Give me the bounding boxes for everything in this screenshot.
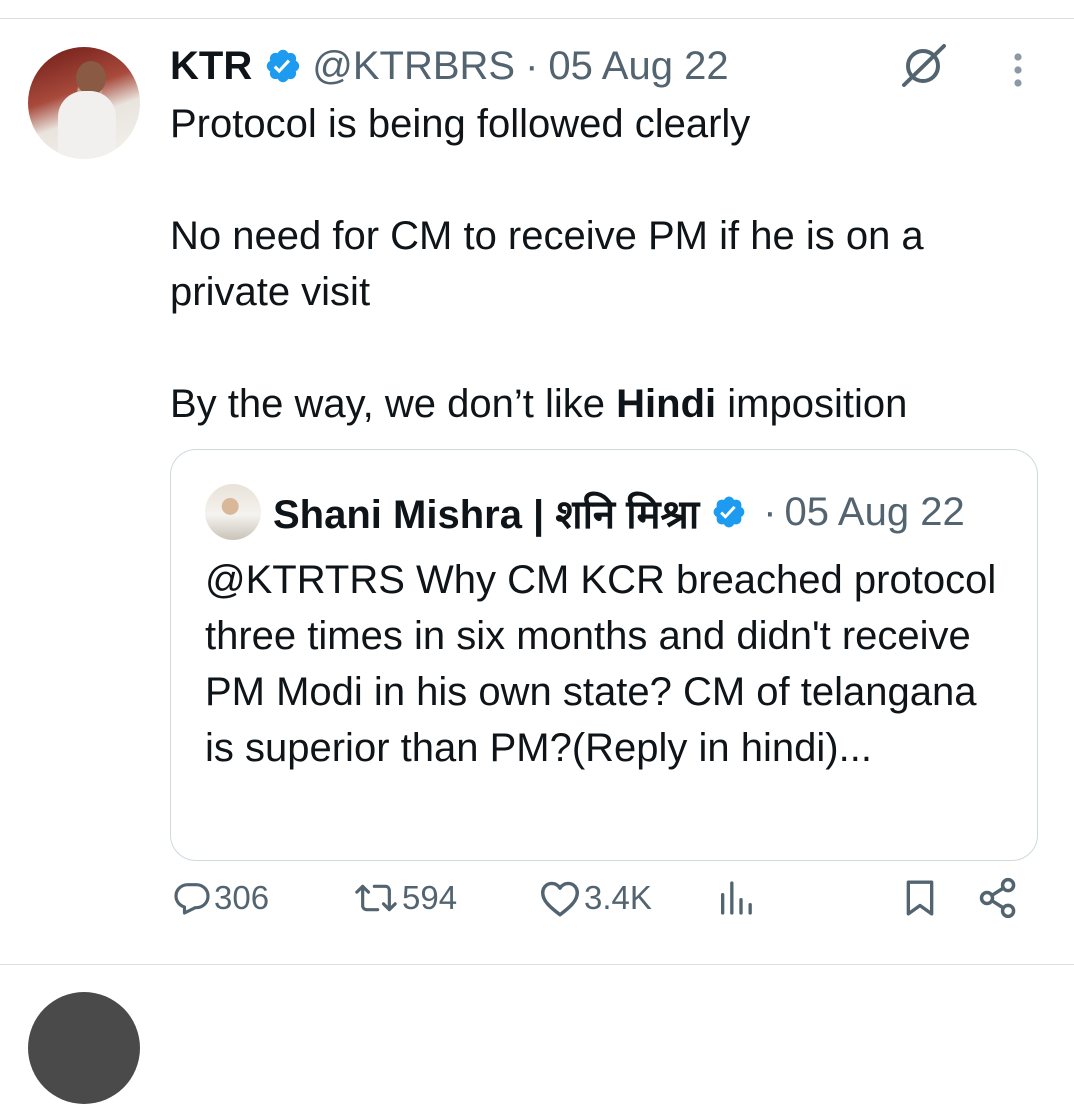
quoted-header: Shani Mishra | शनि मिश्रा · 05 Aug 22 [273,486,965,538]
views-button[interactable] [716,868,756,928]
grok-icon[interactable] [898,40,950,90]
separator-dot: · [525,43,539,88]
views-icon [721,881,752,915]
reply-icon [174,883,210,915]
tweet-header: KTR @KTRBRS · 05 Aug 22 [170,40,729,92]
bottom-divider [0,964,1074,965]
tweet-paragraph: No need for CM to receive PM if he is on… [170,214,924,314]
verified-badge-icon [713,496,745,528]
avatar-head [76,61,106,95]
bookmark-button[interactable] [900,868,940,928]
share-icon [979,877,1016,919]
like-button[interactable]: 3.4K [538,868,652,928]
quoted-tweet[interactable]: Shani Mishra | शनि मिश्रा · 05 Aug 22 @K… [170,449,1038,861]
separator-dot: · [763,489,777,534]
reply-button[interactable]: 306 [172,868,269,928]
reply-count: 306 [214,879,270,916]
quoted-text: @KTRTRS Why CM KCR breached protocol thr… [205,558,997,770]
share-button[interactable] [976,868,1020,928]
author-handle[interactable]: @KTRBRS [312,44,515,89]
bookmark-icon [906,880,934,916]
tweet-text: Protocol is being followed clearly No ne… [170,96,1050,432]
bold-text: Hindi [616,382,717,426]
tweet[interactable]: KTR @KTRBRS · 05 Aug 22 Protocol is bein… [0,0,1074,946]
avatar-figure [58,91,116,159]
quoted-date: 05 Aug 22 [784,489,965,534]
author-avatar[interactable] [28,47,140,159]
more-icon[interactable] [1004,50,1032,90]
text-segment: By the way, we don’t like [170,382,617,426]
tweet-paragraph: By the way, we don’t like Hindi impositi… [170,376,1050,432]
text-segment: imposition [716,382,908,426]
quoted-author-avatar [205,484,261,540]
author-name[interactable]: KTR [170,44,252,89]
like-icon [540,881,579,917]
quoted-author-name: Shani Mishra | शनि मिश्रा [273,492,700,537]
tweet-paragraph: Protocol is being followed clearly [170,102,751,146]
retweet-button[interactable]: 594 [352,868,457,928]
retweet-count: 594 [402,879,458,916]
tweet-date[interactable]: 05 Aug 22 [548,44,728,89]
retweet-icon [355,884,397,912]
action-bar: 306 594 3.4K [0,868,1074,928]
verified-badge-icon [266,49,300,83]
like-count: 3.4K [584,879,652,916]
next-tweet-preview [28,992,140,1104]
